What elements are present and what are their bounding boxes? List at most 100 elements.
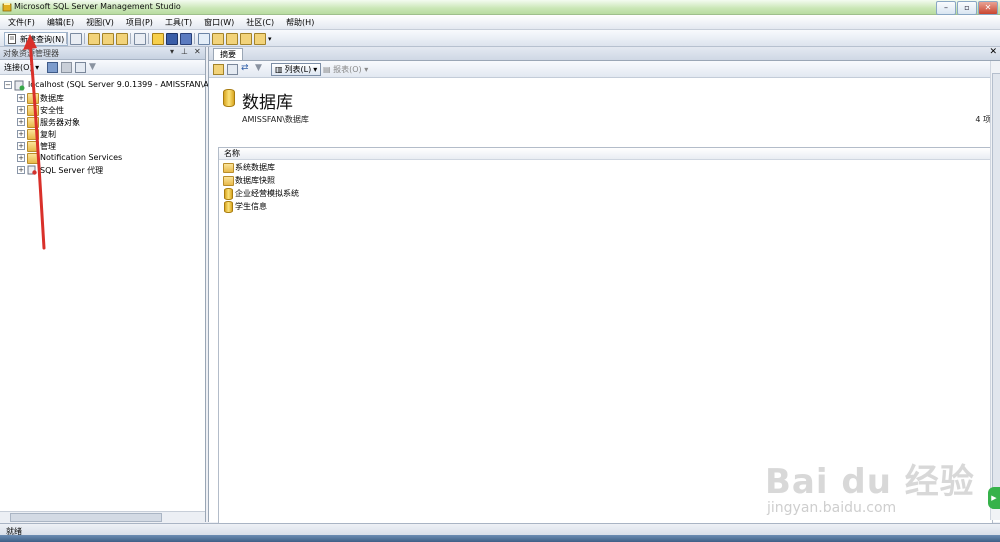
solution-explorer-icon[interactable] xyxy=(240,33,252,45)
new-file-icon[interactable] xyxy=(70,33,82,45)
properties-icon[interactable] xyxy=(254,33,266,45)
close-window-button[interactable]: ✕ xyxy=(978,1,998,15)
new-project-icon[interactable] xyxy=(134,33,146,45)
report-button[interactable]: ▤ 报表(O) ▾ xyxy=(323,64,368,75)
summary-pane: 摘要 ✕ ⇄ ▼ ▥ 列表(L) ▾ ▤ 报表(O) ▾ 数据库 AMISSFA… xyxy=(208,47,1000,524)
new-query-button[interactable]: 新建查询(N) xyxy=(4,32,69,46)
menu-tools[interactable]: 工具(T) xyxy=(161,17,196,28)
menu-file[interactable]: 文件(F) xyxy=(4,17,39,28)
menu-window[interactable]: 窗口(W) xyxy=(200,17,238,28)
mobile-query-icon[interactable] xyxy=(116,33,128,45)
pin-icon[interactable]: ⊥ xyxy=(181,47,188,56)
menu-project[interactable]: 项目(P) xyxy=(122,17,157,28)
item-count: 4 项 xyxy=(975,115,991,124)
agent-icon xyxy=(27,165,37,175)
summary-heading: 数据库 xyxy=(242,93,293,113)
server-icon xyxy=(14,80,25,91)
filter-icon[interactable]: ▼ xyxy=(89,62,96,72)
expand-toggle-icon[interactable]: + xyxy=(17,106,25,114)
connect-dropdown[interactable]: 连接(O) ▾ xyxy=(4,62,39,73)
list-view-icon: ▥ xyxy=(275,65,283,74)
refresh-icon[interactable] xyxy=(75,62,86,73)
close-tab-icon[interactable]: ✕ xyxy=(989,47,997,57)
template-explorer-icon[interactable] xyxy=(226,33,238,45)
disconnect-icon[interactable] xyxy=(47,62,58,73)
object-explorer-title: 对象资源管理器 xyxy=(3,49,59,58)
tree-node-server-objects[interactable]: + 服务器对象 xyxy=(0,116,205,128)
stop-icon[interactable] xyxy=(61,62,72,73)
tab-summary[interactable]: 摘要 xyxy=(213,48,243,60)
list-item-label: 企业经营模拟系统 xyxy=(235,189,299,198)
toolbar-separator xyxy=(130,33,131,44)
column-header-label: 名称 xyxy=(224,149,240,158)
scrollbar-thumb[interactable] xyxy=(10,513,162,522)
chevron-down-icon: ▾ xyxy=(313,65,318,74)
tree-node-label: 安全性 xyxy=(40,106,64,115)
expand-toggle-icon[interactable]: + xyxy=(17,166,25,174)
folder-icon xyxy=(223,163,234,173)
menu-help[interactable]: 帮助(H) xyxy=(282,17,318,28)
tree-node-databases[interactable]: + 数据库 xyxy=(0,92,205,104)
expand-toggle-icon[interactable]: + xyxy=(17,118,25,126)
up-folder-icon[interactable] xyxy=(213,64,224,75)
minimize-button[interactable]: – xyxy=(936,1,956,15)
report-icon: ▤ xyxy=(323,65,331,74)
toolbar-overflow-chevron-icon[interactable]: ▾ xyxy=(268,35,274,43)
object-explorer-icon[interactable] xyxy=(212,33,224,45)
folder-icon xyxy=(27,141,39,152)
filter-icon[interactable]: ▼ xyxy=(255,63,262,73)
tree-node-security[interactable]: + 安全性 xyxy=(0,104,205,116)
list-item[interactable]: 企业经营模拟系统 xyxy=(223,187,523,200)
database-icon xyxy=(224,188,233,200)
menu-community[interactable]: 社区(C) xyxy=(242,17,278,28)
title-bar: Microsoft SQL Server Management Studio –… xyxy=(0,0,1000,15)
menu-view[interactable]: 视图(V) xyxy=(82,17,118,28)
ssms-app-icon[interactable] xyxy=(2,2,12,12)
expand-toggle-icon[interactable]: + xyxy=(17,94,25,102)
folder-icon xyxy=(27,153,39,164)
save-all-icon[interactable] xyxy=(180,33,192,45)
menu-edit[interactable]: 编辑(E) xyxy=(43,17,78,28)
folder-icon xyxy=(27,117,39,128)
pane-dropdown-icon[interactable]: ▾ xyxy=(170,47,174,56)
window-title: Microsoft SQL Server Management Studio xyxy=(14,2,181,11)
tree-node-notification-services[interactable]: + Notification Services xyxy=(0,152,205,164)
expand-toggle-icon[interactable]: + xyxy=(17,130,25,138)
scrollbar-thumb[interactable] xyxy=(992,73,1000,509)
tree-node-management[interactable]: + 管理 xyxy=(0,140,205,152)
list-item[interactable]: 系统数据库 xyxy=(223,161,523,174)
toolbar-separator xyxy=(148,33,149,44)
database-engine-query-icon[interactable] xyxy=(88,33,100,45)
object-explorer-header: 对象资源管理器 ▾ ⊥ ✕ xyxy=(0,47,205,60)
tree-node-label: Notification Services xyxy=(40,153,123,162)
tree-node-label: 服务器对象 xyxy=(40,118,80,127)
expand-toggle-icon[interactable]: + xyxy=(17,154,25,162)
sync-icon[interactable] xyxy=(227,64,238,75)
tree-node-replication[interactable]: + 复制 xyxy=(0,128,205,140)
tree-node-sql-server-agent[interactable]: + SQL Server 代理 xyxy=(0,164,205,176)
collapse-toggle-icon[interactable]: − xyxy=(4,81,12,89)
analysis-services-query-icon[interactable] xyxy=(102,33,114,45)
database-list: 名称 系统数据库 数据库快照 企业经营模拟系统 学生信息 xyxy=(218,147,993,524)
expand-toggle-icon[interactable]: + xyxy=(17,142,25,150)
tree-node-server[interactable]: − localhost (SQL Server 9.0.1399 - AMISS… xyxy=(0,79,221,91)
open-folder-icon[interactable] xyxy=(152,33,164,45)
folder-icon xyxy=(27,105,39,116)
registered-servers-icon[interactable] xyxy=(198,33,210,45)
list-item[interactable]: 学生信息 xyxy=(223,200,523,213)
summary-toolbar: ⇄ ▼ ▥ 列表(L) ▾ ▤ 报表(O) ▾ xyxy=(209,61,1000,78)
refresh-arrows-icon[interactable]: ⇄ xyxy=(241,63,249,73)
list-view-button[interactable]: ▥ 列表(L) ▾ xyxy=(271,63,322,76)
column-header-name[interactable]: 名称 xyxy=(219,148,992,160)
taskbar[interactable] xyxy=(0,535,1000,542)
list-item[interactable]: 数据库快照 xyxy=(223,174,523,187)
horizontal-scrollbar[interactable] xyxy=(0,511,205,522)
restore-button[interactable]: ▫ xyxy=(957,1,977,15)
close-pane-icon[interactable]: ✕ xyxy=(194,47,201,56)
vertical-scrollbar[interactable] xyxy=(990,61,1000,520)
toolbar-separator xyxy=(84,33,85,44)
window-controls: – ▫ ✕ xyxy=(936,1,998,15)
tree-node-label: SQL Server 代理 xyxy=(40,166,104,175)
save-icon[interactable] xyxy=(166,33,178,45)
side-widget-icon[interactable]: ▶ xyxy=(988,487,1000,509)
